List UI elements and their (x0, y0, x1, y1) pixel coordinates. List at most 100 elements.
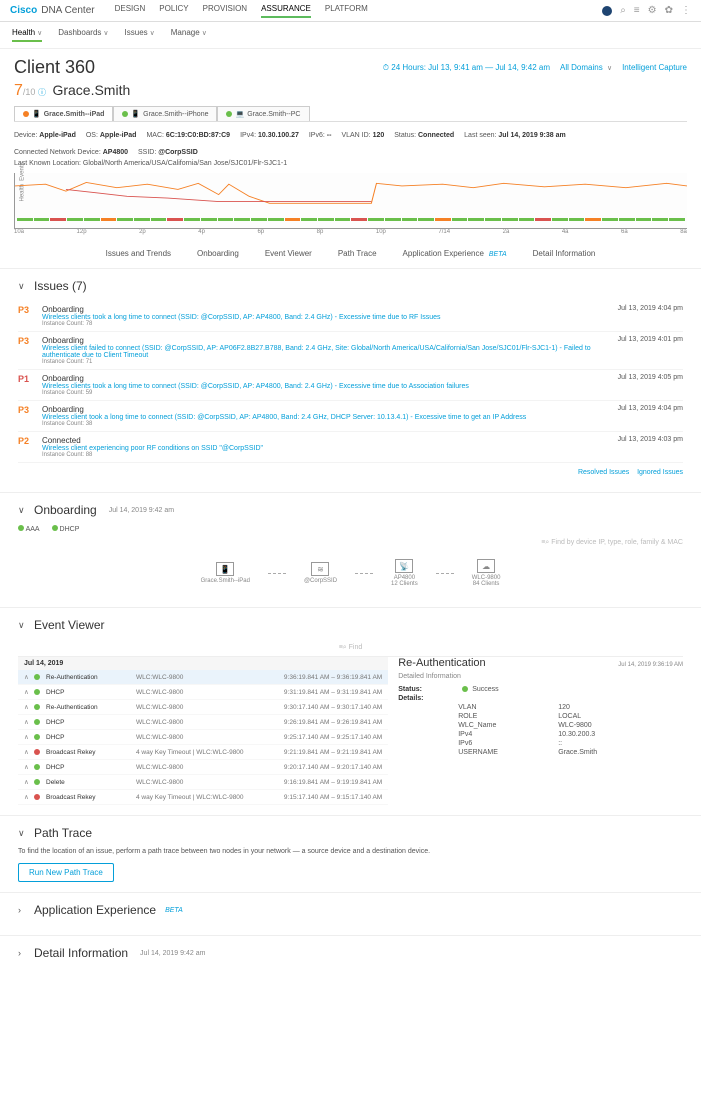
topo-node-ssid[interactable]: ≋@CorpSSID (304, 562, 337, 584)
collapse-toggle[interactable]: ∨ (18, 505, 28, 516)
priority-badge: P2 (18, 436, 42, 458)
issue-link[interactable]: Wireless clients took a long time to con… (42, 383, 593, 390)
issue-row[interactable]: P2ConnectedWireless client experiencing … (18, 432, 683, 463)
tab-ipad[interactable]: 📱 Grace.Smith--iPad (14, 106, 113, 121)
app-experience-section: ›Application ExperienceBETA (0, 893, 701, 936)
health-chart[interactable]: Health Events (14, 173, 687, 229)
event-row[interactable]: ∧DeleteWLC:WLC-98009:16:19.841 AM – 9:19… (18, 775, 388, 790)
section-nav-item[interactable]: Issues and Trends (106, 249, 171, 258)
detail-kv: WLC_NameWLC-9800 (458, 722, 683, 729)
detail-kv: IPv6:: (458, 740, 683, 747)
issue-row[interactable]: P3OnboardingWireless client failed to co… (18, 332, 683, 370)
time-range[interactable]: ⏱ 24 Hours: Jul 13, 9:41 am — Jul 14, 9:… (383, 63, 550, 73)
status-dot-icon (34, 794, 40, 800)
issue-link[interactable]: Wireless clients took a long time to con… (42, 314, 593, 321)
event-row[interactable]: ∧DHCPWLC:WLC-98009:20:17.140 AM – 9:20:1… (18, 760, 388, 775)
topo-node-wlc[interactable]: ☁WLC-980084 Clients (472, 559, 501, 587)
path-trace-desc: To find the location of an issue, perfor… (18, 848, 683, 855)
event-detail-ts: Jul 14, 2019 9:36:19 AM (618, 662, 683, 668)
collapse-toggle[interactable]: › (18, 905, 28, 915)
section-nav-item[interactable]: Application Experience BETA (403, 249, 507, 258)
expand-icon[interactable]: ∧ (24, 718, 34, 726)
onboarding-section: ∨OnboardingJul 14, 2019 9:42 am AAA DHCP… (0, 493, 701, 608)
collapse-toggle[interactable]: ∨ (18, 828, 28, 839)
device-meta-item: OS: Apple-iPad (86, 132, 137, 139)
event-date-header: Jul 14, 2019 (18, 657, 388, 670)
event-row[interactable]: ∧DHCPWLC:WLC-98009:25:17.140 AM – 9:25:1… (18, 730, 388, 745)
device-meta-item: Connected Network Device: AP4800 (14, 149, 128, 156)
menu-icon[interactable]: ⋮ (681, 5, 691, 16)
event-row[interactable]: ∧DHCPWLC:WLC-98009:26:19.841 AM – 9:26:1… (18, 715, 388, 730)
event-list: Jul 14, 2019 ∧Re-AuthenticationWLC:WLC-9… (18, 657, 388, 805)
expand-icon[interactable]: ∧ (24, 673, 34, 681)
issue-link[interactable]: Wireless client experiencing poor RF con… (42, 445, 593, 452)
event-row[interactable]: ∧Re-AuthenticationWLC:WLC-98009:30:17.14… (18, 700, 388, 715)
status-dot-icon (34, 704, 40, 710)
subnav-manage[interactable]: Manage∨ (171, 28, 207, 42)
expand-icon[interactable]: ∧ (24, 688, 34, 696)
domain-selector[interactable]: All Domains ∨ (560, 63, 612, 72)
subnav-issues[interactable]: Issues∨ (125, 28, 155, 42)
resolved-issues-link[interactable]: Resolved Issues (578, 469, 629, 476)
issue-link[interactable]: Wireless client failed to connect (SSID:… (42, 345, 593, 359)
search-icon[interactable]: ⌕ (620, 5, 626, 16)
subnav-health[interactable]: Health∨ (12, 28, 42, 42)
nav-platform[interactable]: PLATFORM (325, 4, 368, 18)
info-icon[interactable]: ⓘ (38, 88, 46, 97)
event-search[interactable]: ≡⌕ Find (18, 640, 683, 657)
collapse-toggle[interactable]: ∨ (18, 620, 28, 631)
notification-badge[interactable] (602, 6, 612, 16)
collapse-toggle[interactable]: › (18, 948, 28, 958)
expand-icon[interactable]: ∧ (24, 733, 34, 741)
device-meta-item: Last seen: Jul 14, 2019 9:38 am (464, 132, 566, 139)
event-row[interactable]: ∧DHCPWLC:WLC-98009:31:19.841 AM – 9:31:1… (18, 685, 388, 700)
section-title: Path Trace (34, 826, 92, 840)
issue-link[interactable]: Wireless client took a long time to conn… (42, 414, 593, 421)
issue-row[interactable]: P3OnboardingWireless client took a long … (18, 401, 683, 432)
status-dot-icon (34, 749, 40, 755)
status-dot-icon (34, 689, 40, 695)
status-dot-icon (52, 525, 58, 531)
topo-node-ap[interactable]: 📡AP480012 Clients (391, 559, 418, 587)
event-row[interactable]: ∧Broadcast Rekey4 way Key Timeout | WLC:… (18, 790, 388, 805)
subnav-dashboards[interactable]: Dashboards∨ (58, 28, 108, 42)
priority-badge: P1 (18, 374, 42, 396)
expand-icon[interactable]: ∧ (24, 763, 34, 771)
tab-iphone[interactable]: 📱 Grace.Smith--iPhone (113, 106, 217, 121)
nav-assurance[interactable]: ASSURANCE (261, 4, 311, 18)
ignored-issues-link[interactable]: Ignored Issues (637, 469, 683, 476)
gear-icon[interactable]: ⚙ (648, 5, 657, 16)
chart-line-icon (15, 179, 687, 205)
intelligent-capture-link[interactable]: Intelligent Capture (622, 63, 687, 72)
expand-icon[interactable]: ∧ (24, 778, 34, 786)
client-name: Grace.Smith (52, 82, 130, 98)
section-nav-item[interactable]: Onboarding (197, 249, 239, 258)
nav-policy[interactable]: POLICY (159, 4, 188, 18)
section-title: Event Viewer (34, 618, 104, 632)
device-meta-item: Device: Apple-iPad (14, 132, 76, 139)
expand-icon[interactable]: ∧ (24, 748, 34, 756)
section-nav-item[interactable]: Path Trace (338, 249, 377, 258)
help-icon[interactable]: ✿ (665, 5, 673, 16)
section-nav-item[interactable]: Detail Information (533, 249, 596, 258)
list-icon[interactable]: ≡ (634, 5, 640, 16)
topo-node-client[interactable]: 📱Grace.Smith--iPad (201, 562, 250, 584)
onboarding-search[interactable]: ≡⌕ Find by device IP, type, role, family… (18, 539, 683, 547)
event-row[interactable]: ∧Broadcast Rekey4 way Key Timeout | WLC:… (18, 745, 388, 760)
status-dot-icon (122, 111, 128, 117)
issue-row[interactable]: P3OnboardingWireless clients took a long… (18, 301, 683, 332)
expand-icon[interactable]: ∧ (24, 793, 34, 801)
nav-provision[interactable]: PROVISION (203, 4, 247, 18)
nav-design[interactable]: DESIGN (115, 4, 146, 18)
collapse-toggle[interactable]: ∨ (18, 281, 28, 292)
expand-icon[interactable]: ∧ (24, 703, 34, 711)
run-path-trace-button[interactable]: Run New Path Trace (18, 863, 114, 882)
topology: 📱Grace.Smith--iPad ≋@CorpSSID 📡AP480012 … (18, 559, 683, 587)
status-dot-icon (23, 111, 29, 117)
tab-pc[interactable]: 💻 Grace.Smith--PC (217, 106, 309, 121)
detail-kv: VLAN120 (458, 704, 683, 711)
event-row[interactable]: ∧Re-AuthenticationWLC:WLC-98009:36:19.84… (18, 670, 388, 685)
status-dot-icon (34, 719, 40, 725)
issue-row[interactable]: P1OnboardingWireless clients took a long… (18, 370, 683, 401)
section-nav-item[interactable]: Event Viewer (265, 249, 312, 258)
